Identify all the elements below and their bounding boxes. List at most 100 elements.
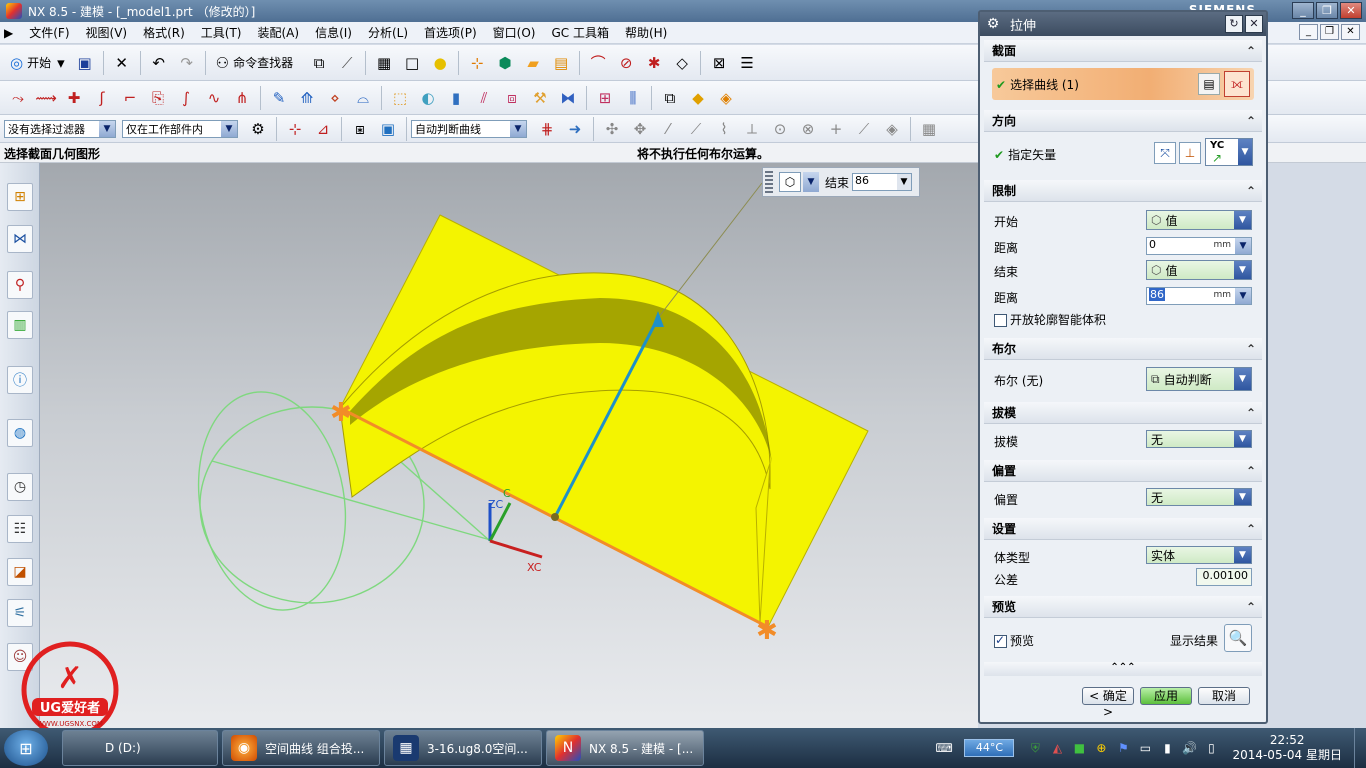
section-group-header[interactable]: 截面 ⌃ xyxy=(984,40,1262,62)
solid-icon[interactable]: ▣ xyxy=(376,117,400,141)
power-icon[interactable]: ▯ xyxy=(1203,740,1219,756)
volume-icon[interactable]: 🔊 xyxy=(1181,740,1197,756)
monitor-icon[interactable]: ▭ xyxy=(1137,740,1153,756)
start-option-dropdown[interactable]: ⬡ 值 ▼ xyxy=(1146,210,1252,230)
menu-information[interactable]: 信息(I) xyxy=(307,24,360,41)
doc-minimize-button[interactable]: _ xyxy=(1299,24,1318,40)
surface-icon[interactable]: ⌓ xyxy=(351,86,375,110)
settings-group-header[interactable]: 设置 ⌃ xyxy=(984,518,1262,540)
undo-icon[interactable]: ↶ xyxy=(147,51,171,75)
taskbar-item-video[interactable]: ▦ 3-16.ug8.0空间... xyxy=(384,730,542,766)
start-button[interactable]: ◎ 开始 ▾ xyxy=(6,51,69,75)
close-button[interactable]: ✕ xyxy=(1340,2,1362,19)
snap-arc-icon[interactable]: ⟂ xyxy=(740,117,764,141)
intersect-curve-icon[interactable]: ✚ xyxy=(62,86,86,110)
plus-icon[interactable]: ⊕ xyxy=(1093,740,1109,756)
apply-button[interactable]: 应用 xyxy=(1140,687,1192,705)
command-finder-button[interactable]: ⚇ 命令查找器 xyxy=(212,51,303,75)
open-profile-row[interactable]: 开放轮廓智能体积 xyxy=(994,311,1106,328)
sweep-icon[interactable]: ⟰ xyxy=(295,86,319,110)
entity-icon[interactable]: ⧆ xyxy=(348,117,372,141)
show-result-button[interactable]: 🔍 xyxy=(1224,624,1252,652)
draft-group-header[interactable]: 拔模 ⌃ xyxy=(984,402,1262,424)
select-curve-row[interactable]: ✔ 选择曲线 (1) ▤ ⟗ xyxy=(992,68,1254,100)
extrude-icon[interactable]: ▤ xyxy=(549,51,573,75)
arc-icon[interactable]: ⌒ xyxy=(586,51,610,75)
snap-line-icon[interactable]: ⁄ xyxy=(656,117,680,141)
type-filter-dropdown[interactable]: 没有选择过滤器 ▼ xyxy=(4,119,116,138)
snap-intersect-icon[interactable]: ⌇ xyxy=(712,117,736,141)
taskbar-item-drive[interactable]: D (D:) xyxy=(62,730,218,766)
menu-tools[interactable]: 工具(T) xyxy=(193,24,250,41)
doc-close-button[interactable]: ✕ xyxy=(1341,24,1360,40)
reverse-direction-icon[interactable]: ⤧ xyxy=(1154,142,1176,164)
system-materials-icon[interactable]: ☷ xyxy=(7,515,33,543)
constraint-navigator-icon[interactable]: ⋈ xyxy=(7,225,33,253)
box-icon[interactable]: ⬚ xyxy=(388,86,412,110)
tolerance-field[interactable]: 0.00100 xyxy=(1196,568,1252,586)
boolean-icon[interactable]: ⧉ xyxy=(658,86,682,110)
end-option-dropdown[interactable]: ⬡ 值 ▼ xyxy=(1146,260,1252,280)
document-icon[interactable]: ⎘ xyxy=(146,86,170,110)
split-icon[interactable]: ⫼ xyxy=(621,86,645,110)
datum-icon[interactable]: ⊹ xyxy=(465,51,489,75)
curve-point-icon[interactable]: ⊘ xyxy=(614,51,638,75)
selection-scope-dropdown[interactable]: 仅在工作部件内 ▼ xyxy=(122,119,238,138)
cancel-button[interactable]: 取消 xyxy=(1198,687,1250,705)
taskbar-item-nx[interactable]: N NX 8.5 - 建模 - [... xyxy=(546,730,704,766)
filter-icon[interactable]: ⚙ xyxy=(246,117,270,141)
menu-file[interactable]: 文件(F) xyxy=(21,24,77,41)
spinner-icon[interactable]: ▼ xyxy=(897,174,912,190)
spinner-icon[interactable]: ▼ xyxy=(1235,238,1251,254)
temperature-badge[interactable]: 44°C xyxy=(964,739,1015,757)
layout-icon[interactable]: ▦ xyxy=(372,51,396,75)
brush-icon[interactable]: ✎ xyxy=(267,86,291,110)
mesh-icon[interactable]: ⋄ xyxy=(323,86,347,110)
spinner-icon[interactable]: ▼ xyxy=(1235,288,1251,304)
vector-dialog-icon[interactable]: ⊥ xyxy=(1179,142,1201,164)
taskbar-item-firefox[interactable]: ◉ 空间曲线 组合投... xyxy=(222,730,380,766)
preview-row[interactable]: 预览 xyxy=(994,632,1034,649)
assembly-navigator-icon[interactable]: ⊞ xyxy=(7,183,33,211)
keyboard-icon[interactable]: ⌨ xyxy=(935,740,952,756)
menu-window[interactable]: 窗口(O) xyxy=(485,24,544,41)
copy-icon[interactable]: ⧉ xyxy=(307,51,331,75)
offset-curve-icon[interactable]: ⟿ xyxy=(34,86,58,110)
spline-icon[interactable]: ✱ xyxy=(642,51,666,75)
dialog-close-icon[interactable]: ✕ xyxy=(1245,15,1263,33)
stop-at-intersection-icon[interactable]: ⋕ xyxy=(535,117,559,141)
redo-icon[interactable]: ↷ xyxy=(175,51,199,75)
bridge-icon[interactable]: ∫ xyxy=(174,86,198,110)
menu-view[interactable]: 视图(V) xyxy=(78,24,136,41)
thicken-icon[interactable]: ⫽ xyxy=(472,86,496,110)
gear-icon[interactable]: ⚙ xyxy=(984,15,1002,33)
windows-start-button[interactable]: ⊞ xyxy=(4,730,48,766)
windows-flag-icon[interactable]: ⚑ xyxy=(1115,740,1131,756)
end-distance-field[interactable]: 86 mm ▼ xyxy=(1146,287,1252,305)
save-icon[interactable]: ▣ xyxy=(73,51,97,75)
boolean-group-header[interactable]: 布尔 ⌃ xyxy=(984,338,1262,360)
material-icon[interactable]: ◈ xyxy=(714,86,738,110)
sphere-icon[interactable]: ● xyxy=(428,51,452,75)
wave-icon[interactable]: ∿ xyxy=(202,86,226,110)
manufacturing-wizards-icon[interactable]: ⚟ xyxy=(7,599,33,627)
curve-rule-dropdown[interactable]: 自动判断曲线 ▼ xyxy=(411,119,527,138)
shade-icon[interactable]: ◐ xyxy=(416,86,440,110)
drag-grip-icon[interactable] xyxy=(765,171,773,193)
body-type-dropdown[interactable]: 实体 ▼ xyxy=(1146,546,1252,564)
select-icon[interactable]: ⊹ xyxy=(283,117,307,141)
snap-face-icon[interactable]: ◈ xyxy=(880,117,904,141)
draft-dropdown[interactable]: 无 ▼ xyxy=(1146,430,1252,448)
plane-icon[interactable]: ◇ xyxy=(670,51,694,75)
more-options-toggle[interactable]: ⌃⌃⌃ xyxy=(984,662,1262,676)
menu-assemblies[interactable]: 装配(A) xyxy=(250,24,308,41)
snap-control-icon[interactable]: ⟋ xyxy=(684,117,708,141)
offset-group-header[interactable]: 偏置 ⌃ xyxy=(984,460,1262,482)
layer-icon[interactable]: ☰ xyxy=(735,51,759,75)
minimize-button[interactable]: _ xyxy=(1292,2,1314,19)
boolean-dropdown[interactable]: ⧉ 自动判断 ▼ xyxy=(1146,367,1252,391)
snap-point-icon[interactable]: + xyxy=(824,117,848,141)
block-icon[interactable]: ▰ xyxy=(521,51,545,75)
bars-icon[interactable]: ▮ xyxy=(444,86,468,110)
reuse-library-icon[interactable]: ▥ xyxy=(7,311,33,339)
